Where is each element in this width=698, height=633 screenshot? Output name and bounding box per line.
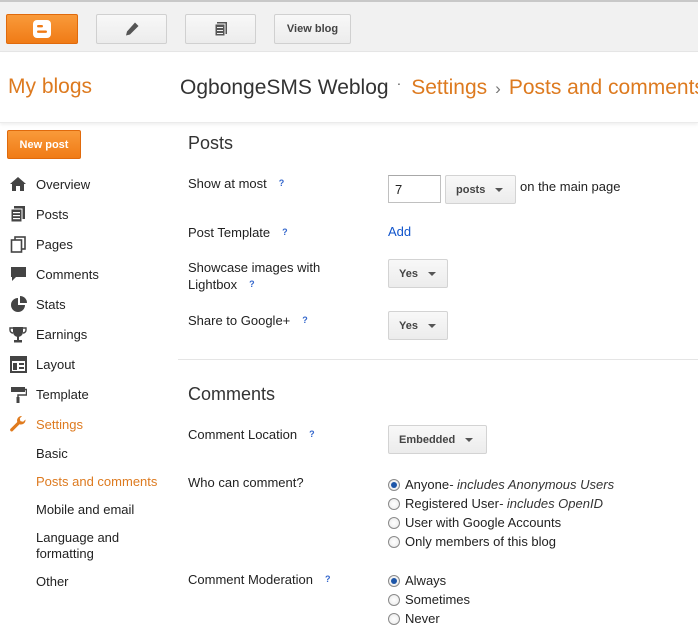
- sidebar-item-stats[interactable]: Stats: [8, 294, 66, 314]
- lightbox-label: Showcase images with Lightbox?: [188, 260, 321, 292]
- share-google-label: Share to Google+?: [188, 312, 308, 328]
- post-template-label: Post Template?: [188, 224, 288, 240]
- sidebar-item-layout[interactable]: Layout: [8, 354, 75, 374]
- who-option-google-accounts[interactable]: User with Google Accounts: [388, 514, 561, 531]
- sidebar-item-settings[interactable]: Settings: [8, 414, 83, 434]
- dropdown-arrow-icon: [427, 271, 436, 276]
- dropdown-arrow-icon: [495, 187, 504, 192]
- help-icon[interactable]: ?: [309, 426, 315, 442]
- settings-sub-other[interactable]: Other: [36, 574, 69, 590]
- sidebar-item-label: Layout: [36, 356, 76, 372]
- settings-sub-basic[interactable]: Basic: [36, 446, 68, 462]
- sidebar-item-label: Pages: [36, 236, 73, 252]
- posts-unit-select[interactable]: posts: [445, 175, 516, 204]
- section-divider: [178, 359, 698, 360]
- who-option-registered[interactable]: Registered User - includes OpenID: [388, 495, 603, 512]
- moderation-option-never[interactable]: Never: [388, 610, 440, 627]
- help-icon[interactable]: ?: [282, 224, 288, 240]
- radio-button[interactable]: [388, 478, 400, 491]
- lightbox-select[interactable]: Yes: [388, 259, 448, 288]
- breadcrumb-current: Posts and comments: [508, 76, 698, 99]
- post-template-add-link[interactable]: Add: [388, 224, 411, 239]
- comment-moderation-label: Comment Moderation?: [188, 571, 331, 587]
- breadcrumb-dot: ·: [396, 75, 402, 91]
- help-icon[interactable]: ?: [302, 312, 308, 328]
- dropdown-arrow-icon: [427, 323, 436, 328]
- home-icon: [8, 175, 28, 193]
- who-option-anyone[interactable]: Anyone - includes Anonymous Users: [388, 476, 614, 493]
- sidebar-item-template[interactable]: Template: [8, 384, 89, 404]
- view-posts-button[interactable]: [185, 14, 256, 44]
- stats-icon: [8, 295, 28, 313]
- moderation-option-always[interactable]: Always: [388, 572, 446, 589]
- trophy-icon: [8, 325, 28, 343]
- comment-location-select[interactable]: Embedded: [388, 425, 487, 454]
- radio-button[interactable]: [388, 516, 400, 529]
- help-icon[interactable]: ?: [249, 276, 255, 292]
- help-icon[interactable]: ?: [279, 175, 285, 191]
- breadcrumb-settings[interactable]: Settings: [411, 76, 487, 99]
- sidebar-item-pages[interactable]: Pages: [8, 234, 73, 254]
- posts-section-title: Posts: [188, 133, 234, 153]
- blogger-logo-icon: [33, 20, 51, 38]
- new-post-pencil-button[interactable]: [96, 14, 167, 44]
- layout-icon: [8, 355, 28, 373]
- radio-button[interactable]: [388, 574, 400, 587]
- comment-location-label: Comment Location?: [188, 426, 315, 442]
- posts-icon: [8, 205, 28, 223]
- pencil-icon: [125, 22, 138, 36]
- sidebar-item-earnings[interactable]: Earnings: [8, 324, 87, 344]
- who-can-comment-label: Who can comment?: [188, 475, 304, 490]
- paint-roller-icon: [8, 385, 28, 403]
- top-toolbar: View blog: [0, 0, 698, 52]
- posts-list-icon: [214, 22, 227, 37]
- sidebar-item-label: Overview: [36, 176, 91, 192]
- moderation-option-sometimes[interactable]: Sometimes: [388, 591, 470, 608]
- sidebar-item-label: Comments: [36, 266, 99, 282]
- radio-button[interactable]: [388, 535, 400, 548]
- my-blogs-link[interactable]: My blogs: [8, 75, 92, 99]
- settings-sub-posts-and-comments[interactable]: Posts and comments: [36, 474, 157, 490]
- sidebar-item-label: Settings: [36, 416, 83, 432]
- sidebar-item-overview[interactable]: Overview: [8, 174, 90, 194]
- pages-icon: [8, 235, 28, 253]
- sidebar-item-label: Stats: [36, 296, 66, 312]
- comments-icon: [8, 265, 28, 283]
- radio-button[interactable]: [388, 497, 400, 510]
- show-at-most-input[interactable]: [388, 175, 441, 203]
- wrench-icon: [8, 415, 28, 433]
- dropdown-arrow-icon: [465, 437, 474, 442]
- sidebar-item-posts[interactable]: Posts: [8, 204, 69, 224]
- breadcrumb-blog-name: OgbongeSMS Weblog: [180, 76, 389, 99]
- sidebar-item-label: Template: [36, 386, 89, 402]
- view-blog-button[interactable]: View blog: [274, 14, 351, 44]
- radio-button[interactable]: [388, 593, 400, 606]
- radio-button[interactable]: [388, 612, 400, 625]
- settings-sub-mobile-and-email[interactable]: Mobile and email: [36, 502, 134, 518]
- page-header: My blogs OgbongeSMS Weblog · Settings › Post…: [0, 53, 698, 123]
- new-post-button[interactable]: New post: [7, 130, 81, 159]
- show-at-most-label: Show at most?: [188, 175, 285, 191]
- share-google-select[interactable]: Yes: [388, 311, 448, 340]
- sidebar-item-label: Earnings: [36, 326, 88, 342]
- posts-unit-suffix: on the main page: [520, 179, 621, 194]
- comments-section-title: Comments: [188, 384, 276, 404]
- help-icon[interactable]: ?: [325, 571, 331, 587]
- settings-sub-language-and-formatting[interactable]: Language and formatting: [36, 530, 136, 562]
- who-option-members[interactable]: Only members of this blog: [388, 533, 556, 550]
- breadcrumb-separator: ›: [495, 79, 501, 98]
- blogger-logo-button[interactable]: [6, 14, 78, 44]
- sidebar-item-label: Posts: [36, 206, 69, 222]
- sidebar-item-comments[interactable]: Comments: [8, 264, 99, 284]
- breadcrumb: OgbongeSMS Weblog · Settings › Posts and com…: [180, 75, 698, 100]
